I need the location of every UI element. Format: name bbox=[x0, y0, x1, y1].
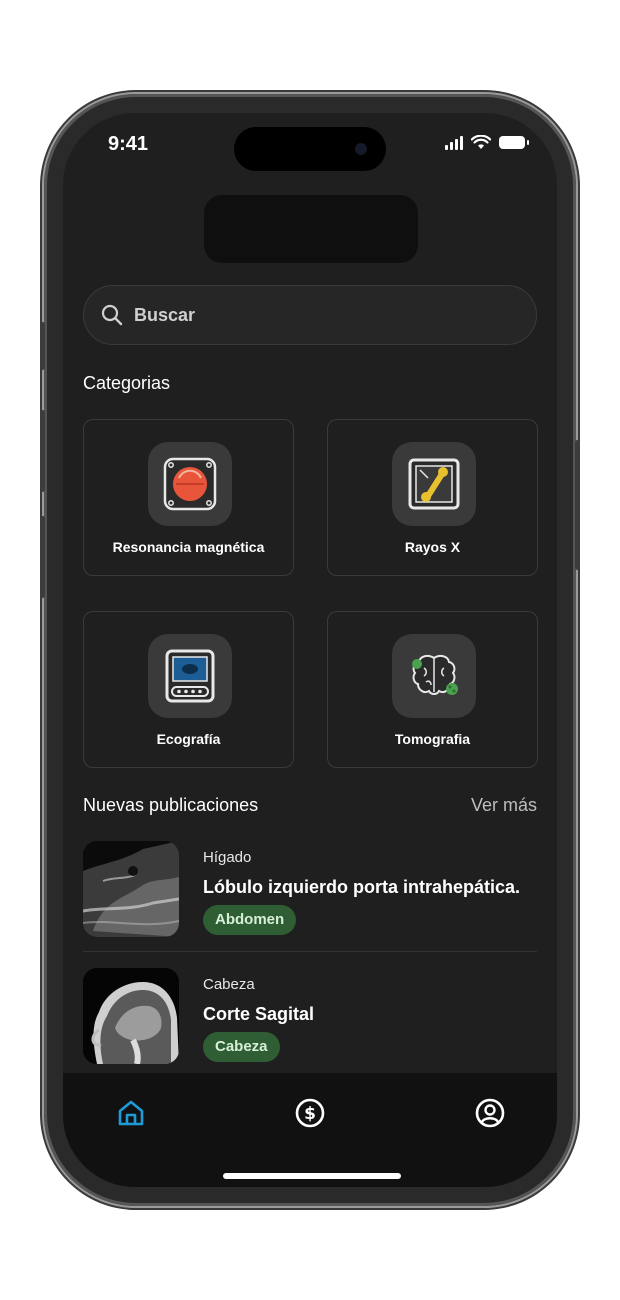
category-label: Ecografía bbox=[156, 731, 221, 747]
post-title: Lóbulo izquierdo porta intrahepática. bbox=[203, 877, 521, 897]
battery-icon bbox=[499, 136, 529, 149]
publications-title: Nuevas publicaciones bbox=[83, 795, 259, 815]
home-indicator[interactable] bbox=[223, 1173, 401, 1179]
mri-thumbnail bbox=[83, 968, 179, 1064]
xray-icon bbox=[408, 458, 460, 510]
category-icon-bg bbox=[148, 634, 232, 718]
category-card-xray[interactable]: Rayos X bbox=[327, 419, 538, 576]
status-bar: 9:41 bbox=[63, 113, 557, 173]
category-card-tomography[interactable]: Tomografia bbox=[327, 611, 538, 768]
category-label: Resonancia magnética bbox=[112, 539, 265, 555]
tab-profile[interactable] bbox=[472, 1095, 508, 1131]
search-bar[interactable]: Buscar bbox=[83, 285, 537, 345]
see-more-link[interactable]: Ver más bbox=[471, 795, 537, 816]
category-icon-bg bbox=[392, 442, 476, 526]
side-button-volume-up bbox=[40, 410, 45, 492]
category-card-mri[interactable]: Resonancia magnética bbox=[83, 419, 294, 576]
camera-icon bbox=[355, 143, 367, 155]
side-button-silent bbox=[40, 322, 45, 370]
post-category: Cabeza bbox=[203, 976, 255, 993]
side-button-power bbox=[575, 440, 580, 570]
post-tag[interactable]: Abdomen bbox=[203, 905, 297, 935]
tab-home[interactable] bbox=[113, 1095, 149, 1131]
signal-icon bbox=[445, 135, 463, 150]
category-icon-bg bbox=[148, 442, 232, 526]
tab-bar: $ bbox=[63, 1073, 557, 1187]
wifi-icon bbox=[471, 135, 491, 149]
category-label: Rayos X bbox=[404, 539, 461, 555]
divider bbox=[83, 951, 537, 952]
search-icon bbox=[101, 304, 123, 326]
post-category: Hígado bbox=[203, 849, 252, 866]
status-time: 9:41 bbox=[108, 133, 149, 155]
category-label: Tomografia bbox=[394, 731, 471, 747]
list-item[interactable]: Cabeza Corte Sagital Cabeza bbox=[83, 968, 537, 1064]
post-tag[interactable]: Cabeza bbox=[203, 1032, 280, 1062]
side-button-volume-down bbox=[40, 516, 45, 598]
status-icons bbox=[445, 135, 529, 150]
ultrasound-icon bbox=[165, 649, 215, 703]
ultrasound-thumbnail bbox=[83, 841, 179, 937]
category-icon-bg bbox=[392, 634, 476, 718]
list-item[interactable]: Hígado Lóbulo izquierdo porta intrahepát… bbox=[83, 841, 537, 937]
search-placeholder: Buscar bbox=[134, 304, 196, 325]
svg-text:$: $ bbox=[304, 1104, 316, 1124]
home-icon bbox=[118, 1100, 144, 1126]
app-screen: 9:41 Buscar Categorias Resonancia magnét… bbox=[63, 113, 557, 1187]
header-placeholder bbox=[204, 195, 418, 263]
categories-title: Categorias bbox=[83, 373, 171, 393]
post-title: Corte Sagital bbox=[203, 1004, 315, 1024]
category-card-ultrasound[interactable]: Ecografía bbox=[83, 611, 294, 768]
tab-payments[interactable]: $ bbox=[292, 1095, 328, 1131]
profile-icon bbox=[475, 1098, 505, 1128]
brain-icon bbox=[412, 654, 458, 695]
mri-icon bbox=[163, 457, 217, 511]
dollar-icon: $ bbox=[295, 1098, 325, 1128]
